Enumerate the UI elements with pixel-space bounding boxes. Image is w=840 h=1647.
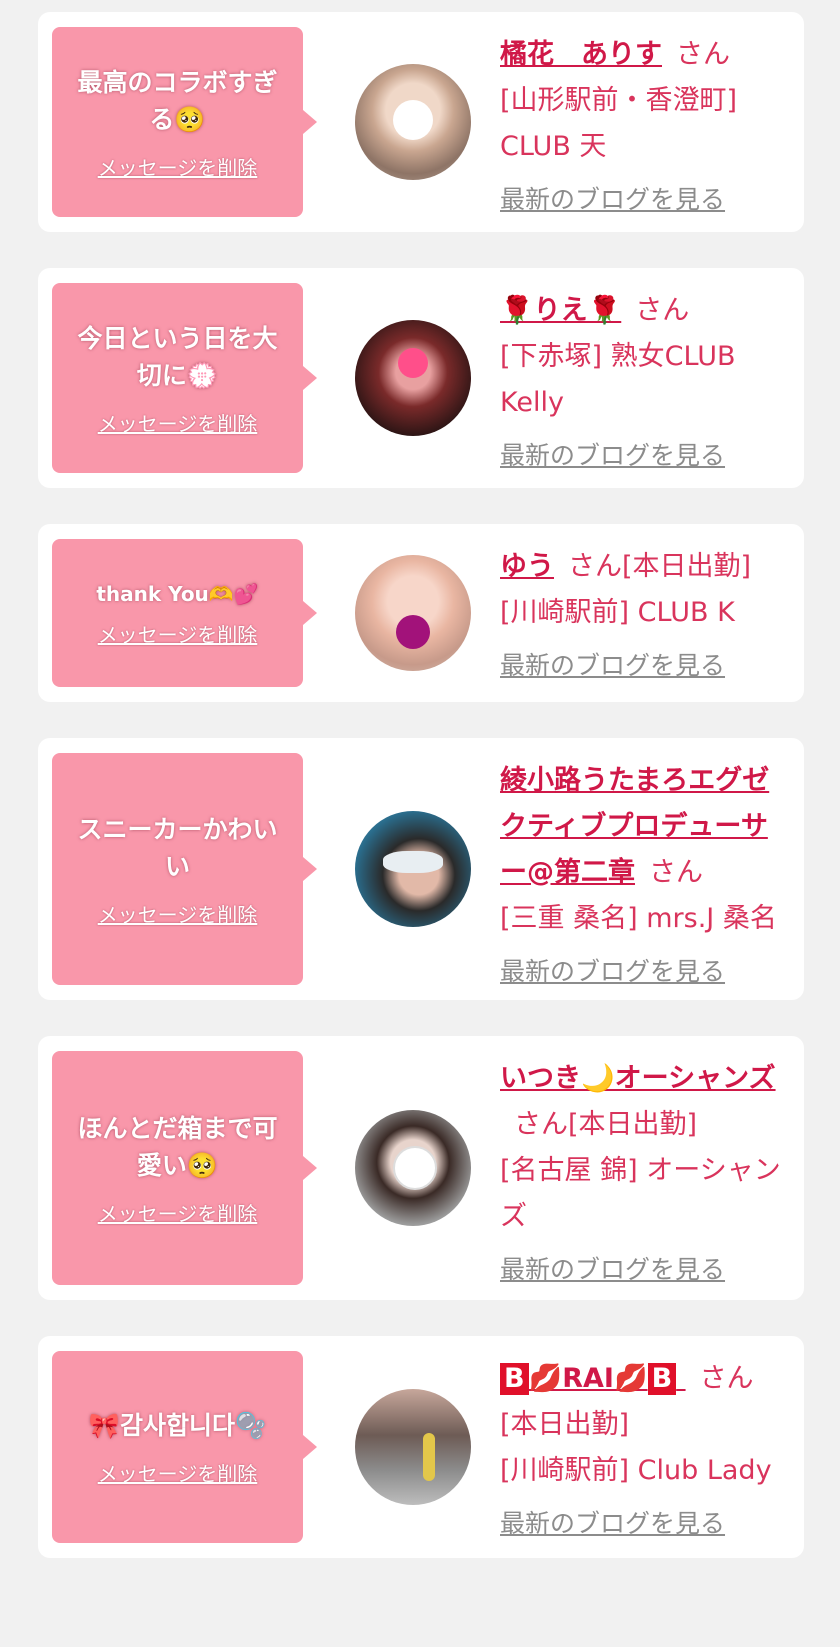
delete-message-link[interactable]: メッセージを削除	[98, 619, 258, 648]
latest-blog-link[interactable]: 最新のブログを見る	[500, 436, 790, 476]
name-badge-left: B	[500, 1363, 529, 1395]
honorific: さん	[699, 1363, 754, 1394]
message-text: thank You🫶💕	[96, 581, 259, 606]
message-text: スニーカーかわいい	[77, 814, 278, 881]
cast-name-link[interactable]: いつき🌙オーシャンズ	[500, 1063, 776, 1094]
shop-label: [山形駅前・香澄町] CLUB 天	[500, 85, 738, 162]
latest-blog-link[interactable]: 最新のブログを見る	[500, 646, 790, 686]
delete-message-link[interactable]: メッセージを削除	[98, 1198, 258, 1227]
delete-message-link[interactable]: メッセージを削除	[98, 152, 258, 181]
latest-blog-link[interactable]: 最新のブログを見る	[500, 952, 790, 992]
message-text: 🎀감사합니다🫧	[88, 1411, 267, 1440]
latest-blog-link[interactable]: 最新のブログを見る	[500, 1504, 790, 1544]
message-card: 今日という日を大切に💮 メッセージを削除 🌹りえ🌹 さん [下赤塚] 熟女CLUB…	[38, 268, 804, 488]
message-bubble: 最高のコラボすぎる🥺 メッセージを削除	[52, 27, 317, 217]
message-card: 最高のコラボすぎる🥺 メッセージを削除 橘花 ありす さん [山形駅前・香澄町] …	[38, 12, 804, 232]
cast-name-link[interactable]: 綾小路うたまろエグゼクティブプロデューサー@第二章	[500, 765, 769, 888]
shop-label: [川崎駅前] Club Lady	[500, 1455, 772, 1486]
message-card: 🎀감사합니다🫧 メッセージを削除 B 💋RAI💋 B さん [本日出勤] [川崎駅前…	[38, 1336, 804, 1558]
latest-blog-link[interactable]: 最新のブログを見る	[500, 1250, 790, 1290]
cast-name-link[interactable]: ゆう	[500, 551, 554, 582]
shop-label: [下赤塚] 熟女CLUB Kelly	[500, 341, 736, 418]
avatar[interactable]	[355, 1389, 471, 1505]
message-text: 今日という日を大切に💮	[77, 323, 278, 390]
message-bubble: ほんとだ箱まで可愛い🥺 メッセージを削除	[52, 1051, 317, 1285]
avatar[interactable]	[355, 64, 471, 180]
message-card: スニーカーかわいい メッセージを削除 綾小路うたまろエグゼクティブプロデューサー…	[38, 738, 804, 1000]
message-list: 最高のコラボすぎる🥺 メッセージを削除 橘花 ありす さん [山形駅前・香澄町] …	[0, 0, 840, 1558]
avatar[interactable]	[355, 555, 471, 671]
message-card: ほんとだ箱まで可愛い🥺 メッセージを削除 いつき🌙オーシャンズさん[本日出勤] …	[38, 1036, 804, 1300]
name-middle: 💋RAI💋	[528, 1363, 648, 1394]
message-bubble: 今日という日を大切に💮 メッセージを削除	[52, 283, 317, 473]
message-text: ほんとだ箱まで可愛い🥺	[77, 1113, 278, 1180]
shop-label: [川崎駅前] CLUB K	[500, 597, 735, 628]
message-bubble: 🎀감사합니다🫧 メッセージを削除	[52, 1351, 317, 1543]
name-badge-right: B	[647, 1363, 677, 1395]
message-bubble: thank You🫶💕 メッセージを削除	[52, 539, 317, 687]
honorific: さん[本日出勤]	[568, 551, 752, 582]
avatar[interactable]	[355, 320, 471, 436]
avatar[interactable]	[355, 1110, 471, 1226]
cast-name-link[interactable]: 🌹りえ🌹	[500, 295, 621, 326]
honorific: さん	[649, 857, 703, 888]
shop-label: [三重 桑名] mrs.J 桑名	[500, 903, 777, 934]
latest-blog-link[interactable]: 最新のブログを見る	[500, 180, 790, 220]
avatar[interactable]	[355, 811, 471, 927]
honorific: さん[本日出勤]	[514, 1109, 698, 1140]
delete-message-link[interactable]: メッセージを削除	[98, 408, 258, 437]
delete-message-link[interactable]: メッセージを削除	[98, 1458, 258, 1487]
message-text: 最高のコラボすぎる🥺	[77, 67, 278, 134]
cast-name-link[interactable]: B 💋RAI💋 B	[500, 1363, 686, 1395]
status-label: [本日出勤]	[500, 1409, 630, 1440]
shop-label: [名古屋 錦] オーシャンズ	[500, 1155, 781, 1232]
honorific: さん	[676, 39, 730, 70]
delete-message-link[interactable]: メッセージを削除	[98, 899, 258, 928]
message-card: thank You🫶💕 メッセージを削除 ゆう さん[本日出勤] [川崎駅前] C…	[38, 524, 804, 702]
honorific: さん	[635, 295, 690, 326]
message-bubble: スニーカーかわいい メッセージを削除	[52, 753, 317, 985]
cast-name-link[interactable]: 橘花 ありす	[500, 39, 662, 70]
